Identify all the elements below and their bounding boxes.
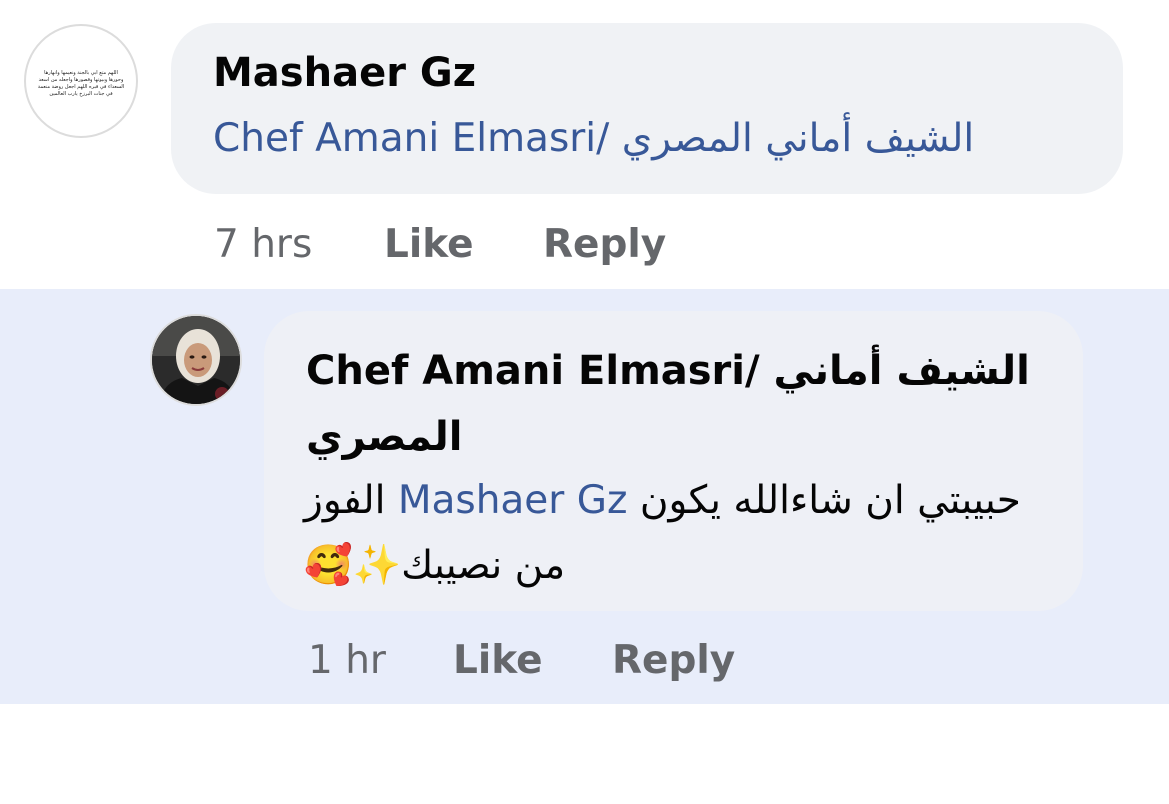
reply-author[interactable]: Chef Amani Elmasri/ الشيف أماني المصري	[306, 338, 1046, 470]
reply-like-button[interactable]: Like	[453, 638, 543, 683]
comment-author[interactable]: Mashaer Gz	[213, 50, 476, 96]
comment-bubble	[171, 23, 1123, 194]
comment-reply-button[interactable]: Reply	[543, 222, 666, 267]
reply-reply-button[interactable]: Reply	[612, 638, 735, 683]
profile-photo-icon	[152, 316, 240, 404]
reply-text: حبيبتي ان شاءالله يكون Mashaer Gz الفوز …	[304, 468, 1039, 598]
reply-timestamp[interactable]: 1 hr	[308, 638, 386, 683]
reply-mention-link[interactable]: Mashaer Gz	[398, 478, 628, 523]
comment-mention-link[interactable]: Chef Amani Elmasri/ الشيف أماني المصري	[213, 116, 1078, 161]
avatar-caption: اللهم متع ابي بالجنة ونعيمها وانهارها وح…	[37, 70, 125, 97]
reply-text-start: حبيبتي ان شاءالله يكون	[627, 478, 1021, 523]
commenter-avatar[interactable]: اللهم متع ابي بالجنة ونعيمها وانهارها وح…	[24, 24, 138, 138]
comment-timestamp[interactable]: 7 hrs	[214, 222, 312, 267]
reply-author-avatar[interactable]	[150, 314, 242, 406]
comment-like-button[interactable]: Like	[384, 222, 474, 267]
